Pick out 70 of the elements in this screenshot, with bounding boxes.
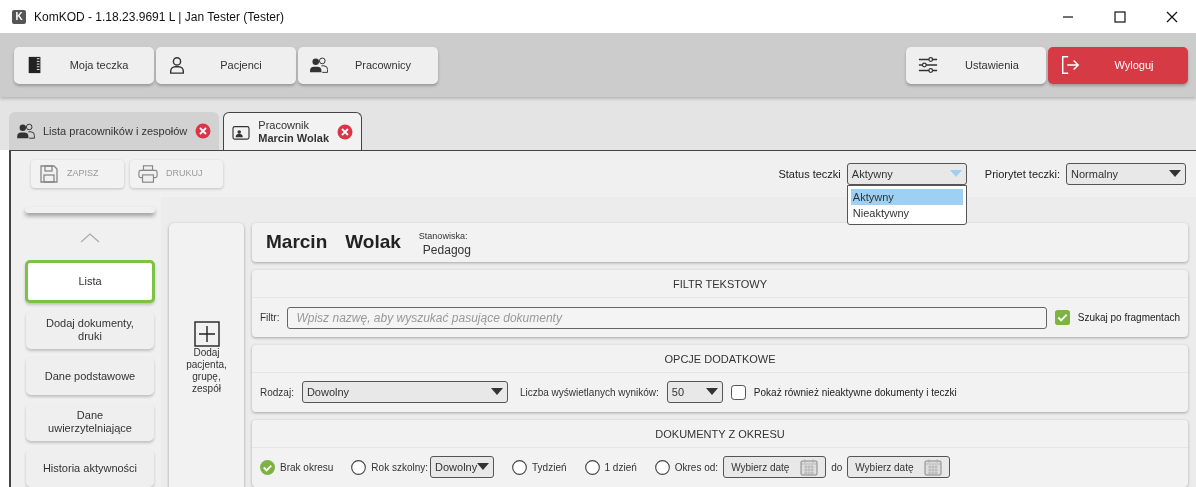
sidebar-item[interactable]: Lista [25, 260, 155, 303]
dropdown[interactable]: Dowolny [301, 381, 508, 404]
tab[interactable]: Lista pracowników i zespołów [9, 112, 220, 150]
checkbox[interactable] [730, 384, 746, 400]
caret-icon [477, 463, 490, 472]
status-dropdown[interactable]: Aktywny [846, 163, 967, 185]
nav-button[interactable]: Pracownicy [298, 46, 438, 84]
dropdown[interactable]: Normalny [1066, 163, 1186, 185]
position: Pedagog [421, 242, 471, 257]
printer-icon [138, 164, 158, 184]
logout-icon [1060, 55, 1080, 75]
app-logo: K [12, 9, 26, 24]
tab-sublabel: Marcin Wolak [258, 131, 329, 145]
radio-button[interactable] [260, 459, 275, 475]
plus-icon [193, 321, 220, 347]
checkbox-label: Szukaj po fragmentach [1077, 311, 1180, 326]
id-card-icon [232, 123, 251, 140]
first-name: Marcin [266, 230, 328, 255]
caret-icon [490, 388, 503, 397]
nav-button[interactable]: Pacjenci [156, 46, 296, 84]
settings-button[interactable]: Ustawienia [906, 46, 1046, 84]
dropdown-option[interactable]: Nieaktywny [850, 205, 963, 221]
checkbox[interactable] [1054, 310, 1070, 326]
section-title: FILTR TEKSTOWY [672, 277, 768, 293]
tab[interactable]: Pracownik Marcin Wolak [223, 112, 362, 150]
filter-field[interactable]: Wpisz nazwę, aby wyszukać pasujące dokumenty [287, 306, 1047, 329]
logout-button[interactable]: Wyloguj [1048, 46, 1188, 84]
add-patient-button[interactable]: Dodaj pacjenta, grupę, zespół [169, 223, 244, 487]
radio-label: 1 dzień [604, 460, 637, 475]
caret-icon [949, 170, 962, 178]
type-label: Rodzaj: [260, 385, 294, 400]
radio-button[interactable] [512, 459, 528, 475]
radio-label: Tydzień [532, 460, 567, 475]
radio-label: Rok szkolny: [371, 460, 429, 475]
people-icon [17, 123, 35, 139]
results-count-label: Liczba wyświetlanych wyników: [519, 385, 659, 400]
settings-icon [918, 55, 938, 75]
maximize-icon[interactable] [1114, 10, 1126, 23]
radio-button[interactable] [351, 459, 367, 475]
sidebar-item[interactable]: Dane uwierzytelniające [26, 403, 154, 441]
radio-label: Brak okresu [280, 460, 334, 475]
radio-button[interactable] [584, 459, 600, 475]
window-title: KomKOD - 1.18.23.9691 L | Jan Tester (Tester) [34, 8, 284, 26]
last-name: Wolak [345, 230, 401, 255]
dropdown[interactable]: Dowolny [430, 456, 495, 479]
sidebar-item[interactable]: Dane podstawowe [26, 357, 154, 395]
section-title: DOKUMENTY Z OKRESU [655, 427, 785, 443]
date-field[interactable]: Wybierz datę [847, 456, 951, 479]
nav-button[interactable]: Moja teczka [14, 46, 154, 84]
sidebar-item[interactable]: Historia aktywności [26, 449, 154, 487]
dropdown[interactable]: 50 [666, 381, 723, 404]
section-title: OPCJE DODATKOWE [664, 352, 776, 368]
position-label: Stanowiska: [418, 229, 469, 243]
status-label: Status teczki [778, 166, 841, 182]
radio-button[interactable] [654, 459, 670, 475]
people-icon [310, 56, 328, 74]
tab-label: Pracownik [258, 118, 311, 132]
sidebar-item[interactable]: Dodaj dokumenty, druki [26, 311, 154, 349]
priority-label: Priorytet teczki: [984, 166, 1060, 182]
checkbox-label: Pokaż również nieaktywne dokumenty i teczki [753, 385, 957, 400]
radio-label: Okres od: [674, 460, 719, 475]
tab-label: Lista pracowników i zespołów [43, 124, 188, 138]
person-icon [168, 56, 186, 74]
caret-icon [705, 388, 718, 397]
range-separator: do [831, 460, 843, 475]
caret-icon [1169, 170, 1181, 178]
date-field[interactable]: Wybierz datę [723, 456, 827, 479]
close-icon[interactable] [1166, 10, 1178, 23]
filter-label: Filtr: [260, 311, 280, 326]
dropdown-option[interactable]: Aktywny [850, 189, 963, 205]
